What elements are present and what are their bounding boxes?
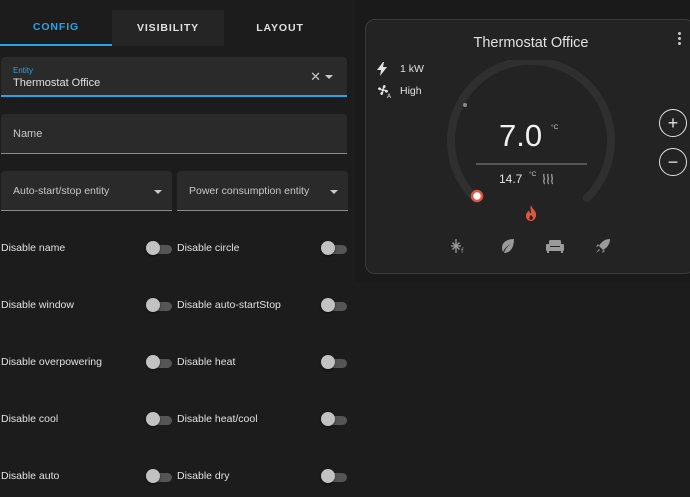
toggle-disable-overpowering[interactable] [146, 355, 172, 369]
card-title: Thermostat Office [473, 35, 589, 51]
current-temp-unit: °C [529, 171, 537, 178]
thermostat-card: Thermostat Office 1 kW A High 7.0 °C 14.… [365, 19, 690, 274]
toggle-label: Disable auto [1, 470, 60, 482]
decrease-temp-button[interactable]: − [659, 148, 687, 176]
toggle-disable-window-row: Disable window [1, 295, 74, 315]
toggle-label: Disable heat/cool [177, 413, 258, 425]
toggle-disable-auto-row: Disable auto [1, 466, 59, 486]
name-placeholder: Name [13, 128, 43, 140]
editor-tabs: CONFIG VISIBILITY LAYOUT [0, 10, 350, 46]
boost-rocket-icon[interactable] [594, 237, 612, 255]
toggle-disable-auto-startstop-row: Disable auto-startStop [177, 295, 281, 315]
toggle-disable-cool-row: Disable cool [1, 409, 58, 429]
toggle-label: Disable dry [177, 470, 230, 482]
auto-start-stop-placeholder: Auto-start/stop entity [13, 185, 110, 197]
toggle-disable-dry[interactable] [321, 469, 347, 483]
toggle-label: Disable name [1, 242, 66, 254]
name-field[interactable]: Name [1, 114, 347, 154]
power-consumption-select[interactable]: Power consumption entity [177, 171, 348, 211]
more-vert-icon[interactable] [678, 32, 682, 47]
chevron-down-icon[interactable] [325, 75, 333, 79]
toggle-disable-cool[interactable] [146, 412, 172, 426]
current-temp-marker [463, 103, 467, 107]
lightning-icon [377, 62, 387, 76]
toggle-label: Disable circle [177, 242, 240, 254]
fan-info: A High [376, 83, 422, 99]
toggle-label: Disable window [1, 299, 74, 311]
toggle-label: Disable cool [1, 413, 59, 425]
auto-start-stop-select[interactable]: Auto-start/stop entity [1, 171, 172, 211]
toggle-disable-auto-startstop[interactable] [321, 298, 347, 312]
card-editor: CONFIG VISIBILITY LAYOUT Entity Thermost… [0, 0, 350, 497]
toggle-label: Disable heat [177, 356, 236, 368]
target-temp-unit: °C [551, 124, 559, 131]
increase-temp-button[interactable]: + [659, 109, 687, 137]
toggle-disable-heat-cool-row: Disable heat/cool [177, 409, 258, 429]
toggle-disable-circle[interactable] [321, 241, 347, 255]
toggle-disable-heat-row: Disable heat [177, 352, 235, 372]
power-info: 1 kW [376, 62, 424, 76]
frost-protection-icon[interactable]: f [450, 237, 468, 255]
svg-text:A: A [387, 93, 392, 99]
eco-leaf-icon[interactable] [499, 237, 517, 255]
fan-icon: A [377, 84, 392, 99]
toggle-disable-auto[interactable] [146, 469, 172, 483]
toggle-label: Disable overpowering [1, 356, 102, 368]
svg-text:f: f [461, 247, 464, 254]
chevron-down-icon[interactable] [154, 190, 162, 194]
flame-icon [526, 205, 537, 221]
toggle-disable-window[interactable] [146, 298, 172, 312]
entity-label: Entity [13, 66, 34, 75]
tab-visibility[interactable]: VISIBILITY [112, 10, 224, 46]
entity-picker[interactable]: Entity Thermostat Office ✕ [1, 57, 347, 97]
toggle-disable-overpowering-row: Disable overpowering [1, 352, 102, 372]
heating-radiator-icon [543, 173, 553, 185]
toggle-disable-name-row: Disable name [1, 238, 65, 258]
tab-layout[interactable]: LAYOUT [224, 10, 336, 46]
toggle-disable-dry-row: Disable dry [177, 466, 230, 486]
tab-config[interactable]: CONFIG [0, 10, 112, 46]
dial-handle[interactable] [470, 189, 484, 203]
chevron-down-icon[interactable] [330, 190, 338, 194]
entity-value: Thermostat Office [13, 77, 101, 89]
toggle-disable-heat-cool[interactable] [321, 412, 347, 426]
target-temperature: 7.0 [499, 118, 543, 153]
comfort-sofa-icon[interactable] [546, 237, 564, 255]
toggle-label: Disable auto-startStop [177, 299, 281, 311]
fan-mode-value: High [400, 85, 422, 97]
toggle-disable-circle-row: Disable circle [177, 238, 239, 258]
clear-icon[interactable]: ✕ [310, 69, 321, 85]
current-temperature: 14.7 [499, 172, 523, 186]
power-consumption-placeholder: Power consumption entity [189, 185, 310, 197]
power-value: 1 kW [400, 63, 424, 75]
toggle-disable-name[interactable] [146, 241, 172, 255]
toggle-disable-heat[interactable] [321, 355, 347, 369]
